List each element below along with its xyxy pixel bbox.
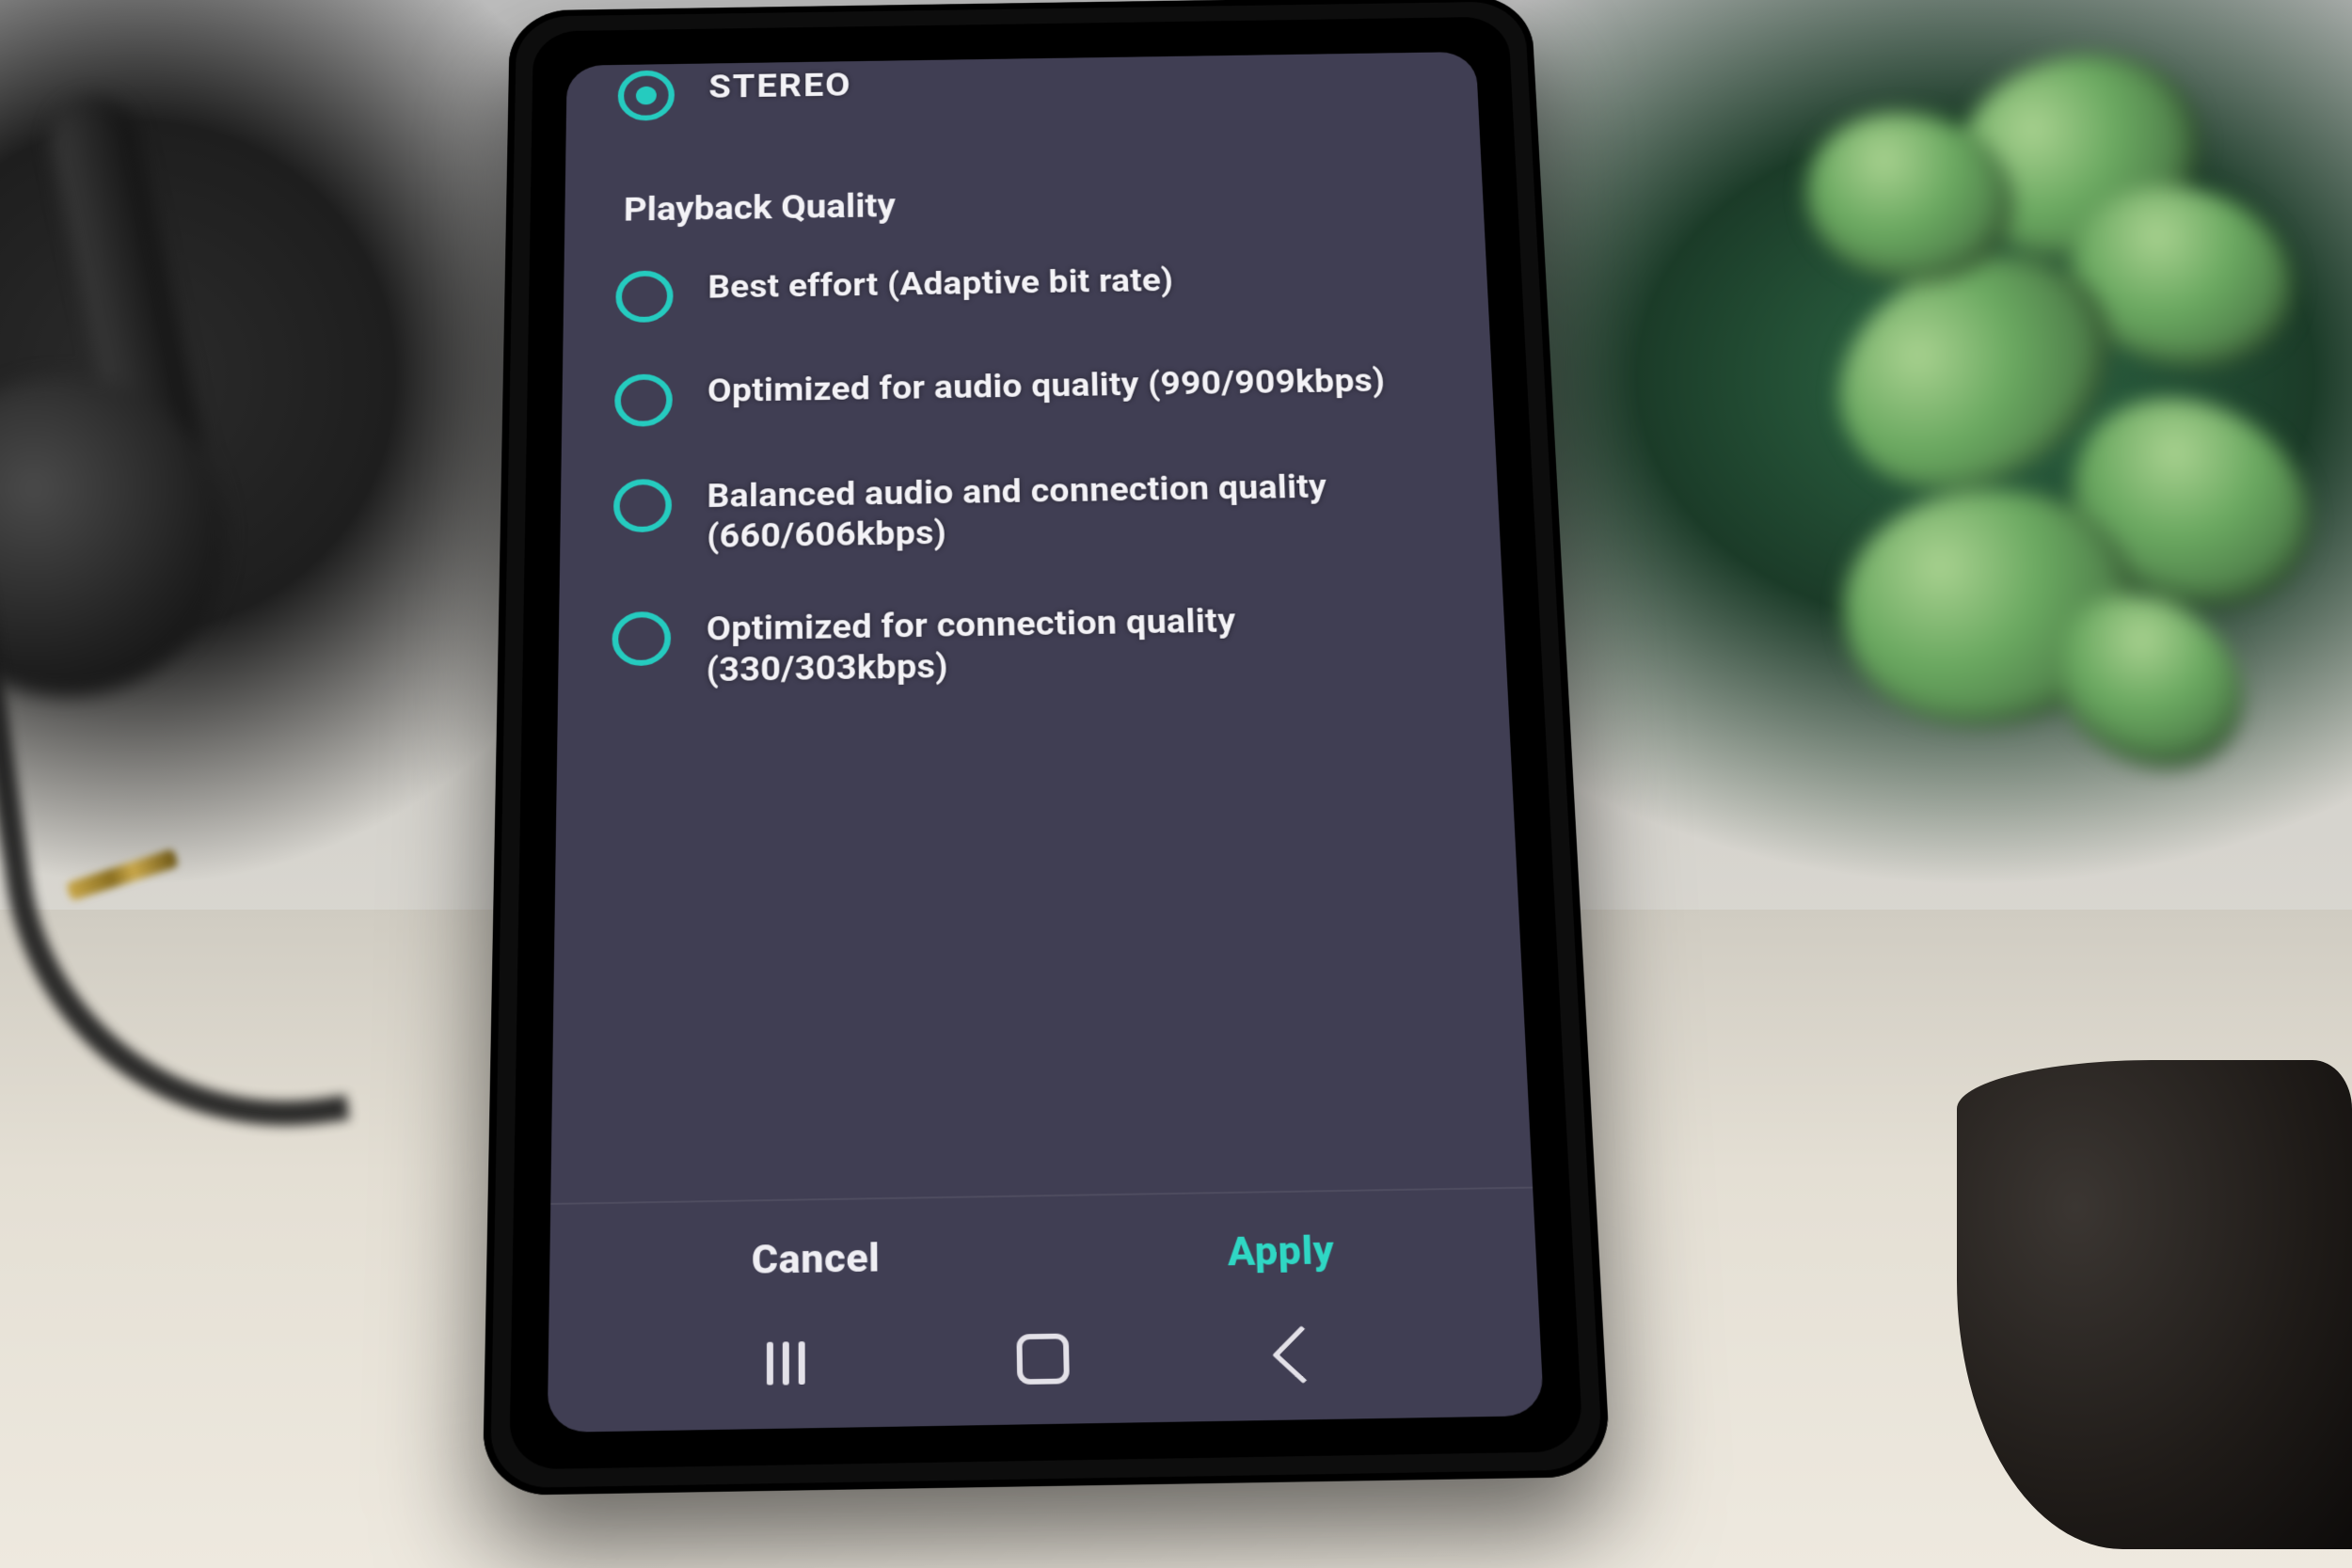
android-navbar	[548, 1293, 1545, 1433]
option-label: Best effort (Adaptive bit rate)	[707, 261, 1173, 307]
radio-option-stereo[interactable]: STEREO	[617, 53, 1433, 146]
apply-button[interactable]: Apply	[1227, 1227, 1335, 1275]
radio-icon	[612, 611, 671, 666]
radio-icon	[614, 373, 673, 427]
screen: STEREO Playback Quality Best effort (Ada…	[548, 52, 1545, 1433]
phone-bezel: STEREO Playback Quality Best effort (Ada…	[509, 17, 1583, 1470]
radio-option-balanced[interactable]: Balanced audio and connection quality (6…	[612, 439, 1454, 584]
cancel-button[interactable]: Cancel	[752, 1235, 881, 1283]
option-label: STEREO	[708, 66, 851, 108]
option-label: Optimized for audio quality (990/909kbps…	[707, 361, 1386, 411]
radio-icon	[615, 270, 673, 323]
radio-icon	[613, 479, 672, 532]
section-title-playback-quality: Playback Quality	[616, 133, 1438, 245]
smartphone: STEREO Playback Quality Best effort (Ada…	[483, 0, 1612, 1496]
back-icon[interactable]	[1271, 1325, 1331, 1384]
radio-option-audio-quality[interactable]: Optimized for audio quality (990/909kbps…	[614, 335, 1448, 452]
dialog-footer: Cancel Apply	[549, 1187, 1538, 1310]
settings-dialog: STEREO Playback Quality Best effort (Ada…	[550, 52, 1533, 1203]
plant-pot	[1957, 1060, 2352, 1549]
option-label: Balanced audio and connection quality (6…	[707, 465, 1453, 557]
radio-icon	[618, 70, 675, 120]
recents-icon[interactable]	[766, 1341, 804, 1386]
option-label: Optimized for connection quality (330/30…	[707, 597, 1459, 691]
radio-option-connection-quality[interactable]: Optimized for connection quality (330/30…	[612, 571, 1460, 719]
home-icon[interactable]	[1016, 1334, 1069, 1386]
photo-scene: STEREO Playback Quality Best effort (Ada…	[0, 0, 2352, 1568]
radio-option-best-effort[interactable]: Best effort (Adaptive bit rate)	[615, 232, 1443, 348]
succulent-plant	[1693, 0, 2352, 847]
